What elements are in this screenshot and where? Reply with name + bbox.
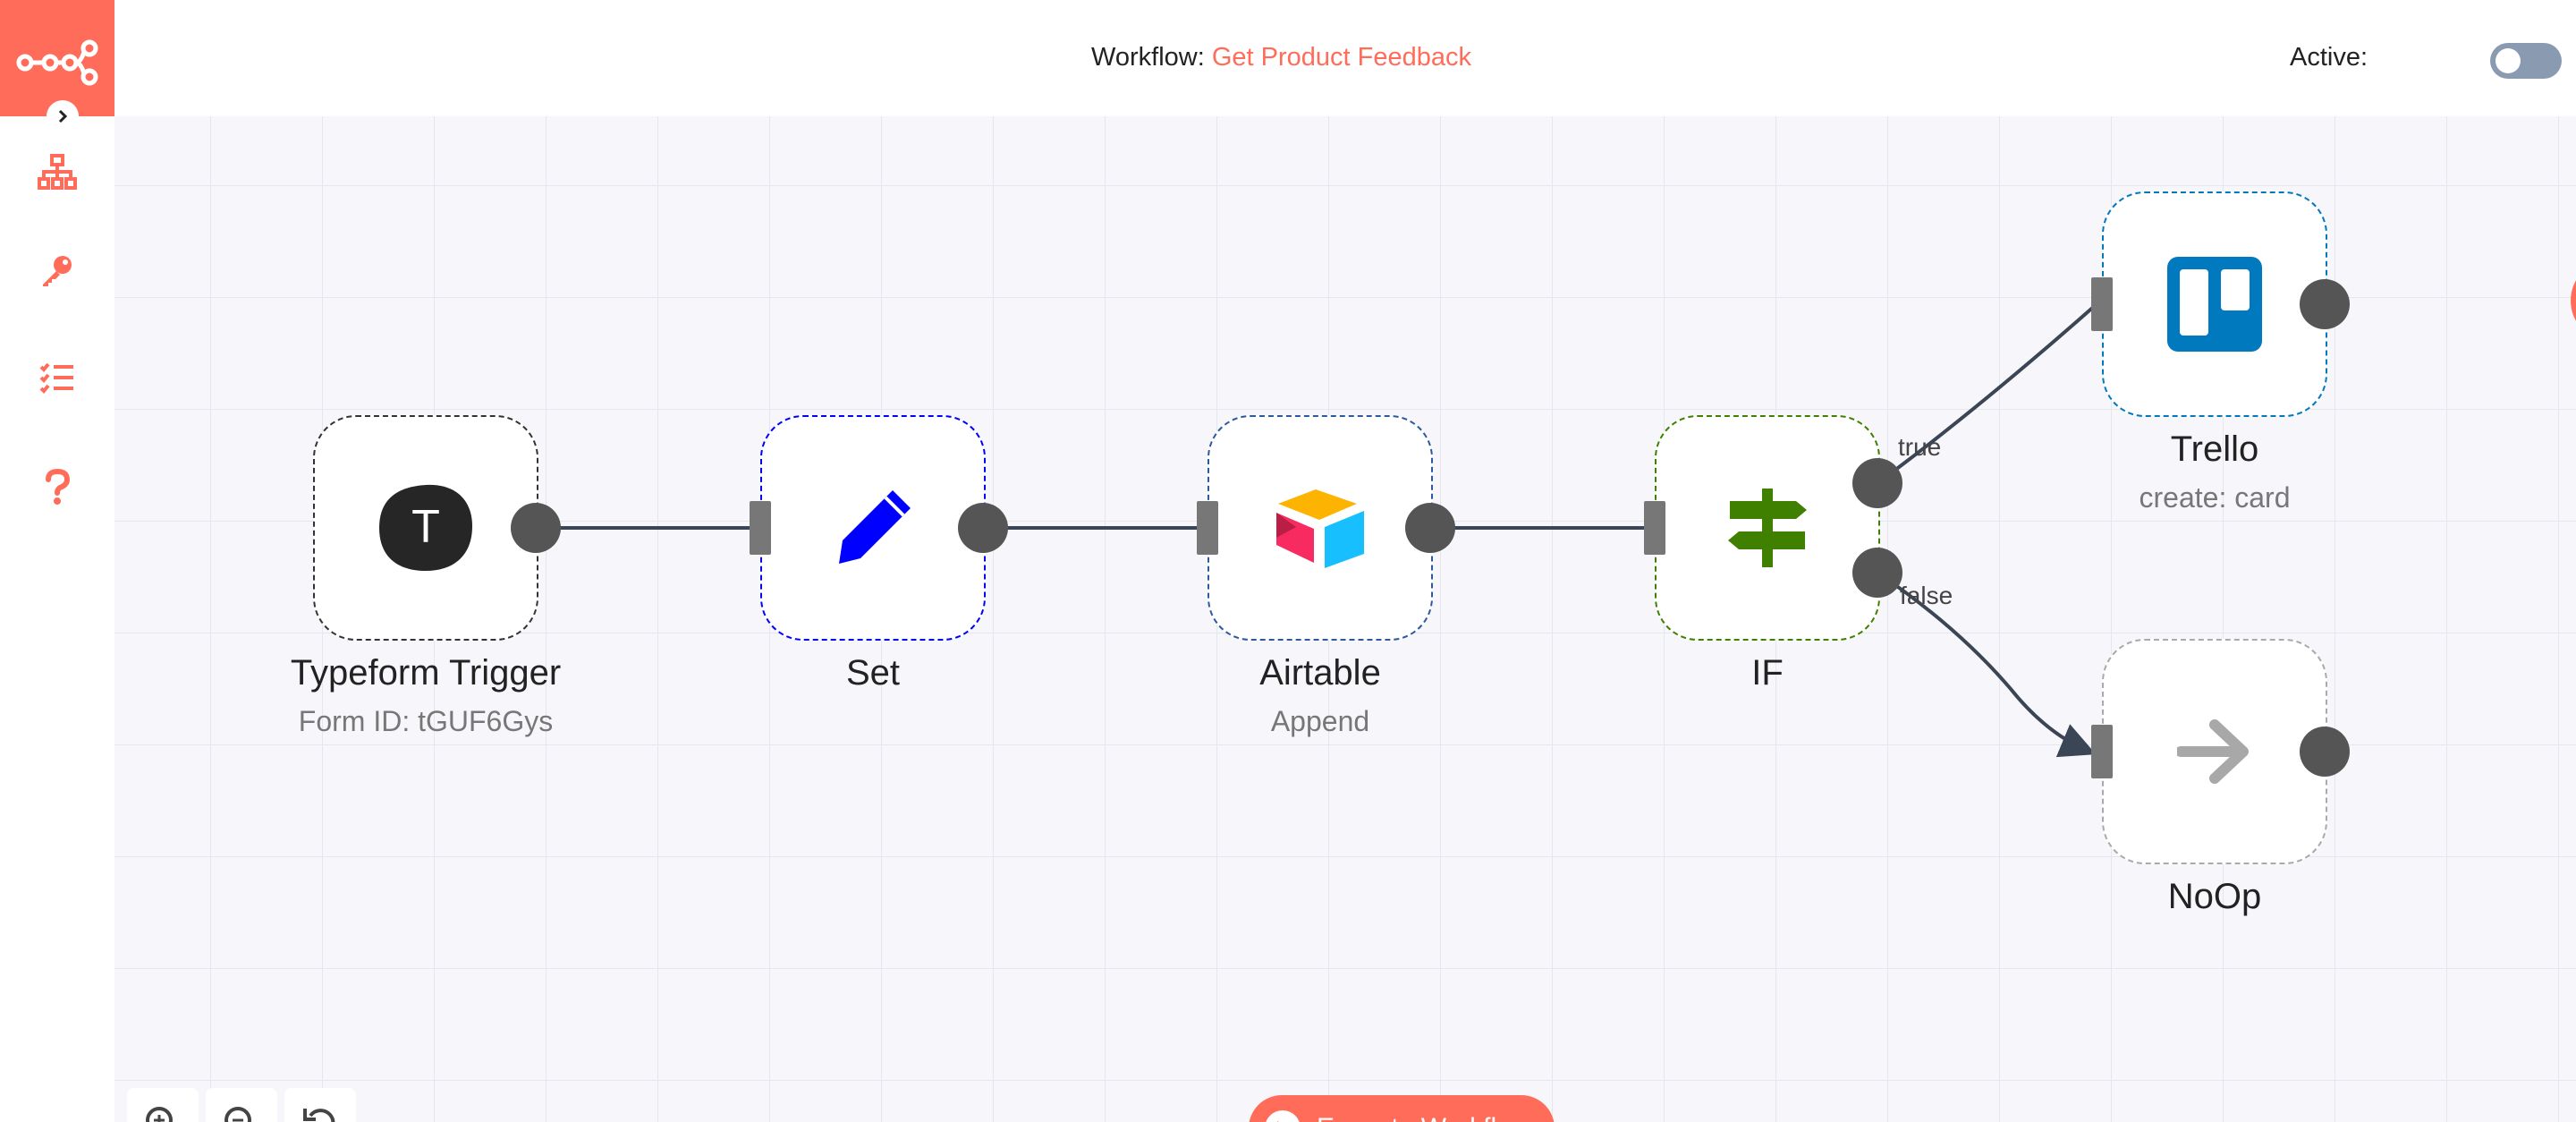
node-title: Airtable [1259, 653, 1381, 693]
output-dot-true[interactable] [1852, 458, 1902, 508]
connection-label-false: false [1900, 582, 1953, 609]
trello-icon [2167, 257, 2262, 352]
connection-label-true: true [1898, 433, 1942, 461]
node-subtitle: Append [1270, 705, 1370, 737]
workflow-title: Workflow: Get Product Feedback [1091, 43, 1471, 72]
output-dot[interactable] [2300, 727, 2350, 777]
node-title: IF [1751, 653, 1784, 693]
airtable-icon [1276, 489, 1364, 568]
input-handle[interactable] [1644, 501, 1665, 555]
chevron-right-icon [58, 109, 68, 123]
output-dot[interactable] [1405, 503, 1455, 553]
question-icon [46, 469, 71, 505]
node-title: Trello [2170, 429, 2259, 469]
logo[interactable] [0, 0, 114, 116]
output-dot-false[interactable] [1852, 548, 1902, 598]
node-title: Typeform Trigger [290, 653, 562, 693]
play-circle-icon [1265, 1110, 1301, 1122]
input-handle[interactable] [2091, 725, 2113, 778]
zoom-out-button[interactable] [206, 1088, 277, 1122]
input-handle[interactable] [1197, 501, 1218, 555]
collapse-sidebar-button[interactable] [47, 100, 79, 132]
active-toggle[interactable] [2490, 43, 2562, 79]
list-check-icon [39, 362, 73, 394]
pencil-icon [839, 490, 911, 564]
node-trello[interactable] [2102, 191, 2327, 417]
zoom-in-button[interactable] [127, 1088, 199, 1122]
output-dot[interactable] [2300, 279, 2350, 329]
network-icon [38, 154, 77, 190]
sidebar-item-credentials[interactable] [32, 245, 82, 295]
reset-zoom-icon [303, 1109, 335, 1122]
workflow-canvas[interactable]: T Typeform Trigger Form ID: tGUF6Gys Set… [114, 116, 2576, 1122]
typeform-icon: T [379, 484, 472, 571]
signpost-icon [1728, 489, 1807, 567]
sidebar-item-executions[interactable] [32, 353, 82, 403]
active-label: Active: [2290, 43, 2368, 72]
sidebar-item-workflows[interactable] [32, 147, 82, 197]
node-title: Set [845, 653, 901, 693]
sidebar-item-help[interactable] [32, 462, 82, 512]
n8n-logo-icon [16, 39, 98, 86]
node-airtable[interactable] [1208, 415, 1433, 641]
workflow-name[interactable]: Get Product Feedback [1212, 43, 1471, 72]
input-handle[interactable] [750, 501, 771, 555]
node-subtitle: create: card [2139, 481, 2291, 514]
input-handle[interactable] [2091, 277, 2113, 331]
key-icon [43, 256, 72, 286]
reset-zoom-button[interactable] [284, 1088, 356, 1122]
node-typeform-trigger[interactable]: T [313, 415, 538, 641]
header: Workflow: Get Product Feedback Active: [114, 0, 2576, 116]
node-set[interactable] [760, 415, 986, 641]
node-if[interactable] [1655, 415, 1880, 641]
workflow-label: Workflow: [1091, 43, 1205, 72]
execute-workflow-button[interactable]: Execute Workflow [1249, 1095, 1555, 1122]
output-dot[interactable] [511, 503, 561, 553]
node-subtitle: Form ID: tGUF6Gys [298, 705, 554, 737]
output-dot[interactable] [958, 503, 1008, 553]
node-noop[interactable] [2102, 639, 2327, 864]
execute-workflow-label: Execute Workflow [1317, 1113, 1531, 1122]
sidebar [0, 0, 114, 1122]
zoom-in-icon [146, 1107, 173, 1122]
svg-text:T: T [411, 501, 440, 553]
node-title: NoOp [2167, 877, 2262, 916]
zoom-out-icon [225, 1107, 251, 1122]
toggle-knob [2496, 48, 2521, 73]
arrow-right-icon [2177, 719, 2249, 784]
